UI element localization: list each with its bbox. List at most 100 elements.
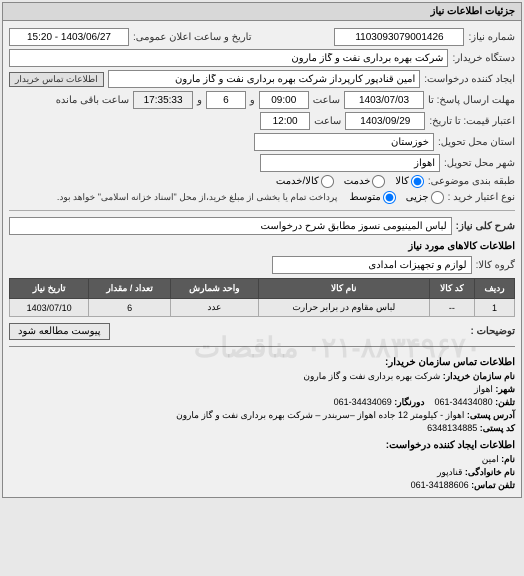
th-code: کد کالا <box>429 279 474 299</box>
input-requester[interactable] <box>108 70 421 88</box>
lbl-fname: نام: <box>501 454 515 464</box>
lbl-address: آدرس پستی: <box>467 410 515 420</box>
row-city: شهر محل تحویل: <box>9 154 515 172</box>
radio-khadamat-label: خدمت <box>344 176 371 187</box>
label-group: گروه کالا: <box>476 260 515 271</box>
radio-partial-input[interactable] <box>431 191 444 204</box>
label-and-2: و <box>197 95 202 106</box>
radio-medium-input[interactable] <box>383 191 396 204</box>
cell-code: -- <box>429 299 474 317</box>
label-category: طبقه بندی موضوعی: <box>428 176 515 187</box>
contact-section: اطلاعات تماس سازمان خریدار: نام سازمان خ… <box>9 346 515 491</box>
label-notes: توضیحات : <box>471 326 515 337</box>
cell-name: لباس مقاوم در برابر حرارت <box>258 299 429 317</box>
row-buyer: دستگاه خریدار: <box>9 49 515 67</box>
panel-title: جزئیات اطلاعات نیاز <box>3 3 521 21</box>
cell-unit: عدد <box>170 299 258 317</box>
cell-qty: 6 <box>89 299 171 317</box>
label-city: شهر محل تحویل: <box>444 158 515 169</box>
lbl-phone: تلفن: <box>495 397 515 407</box>
radio-both[interactable]: کالا/خدمت <box>276 175 334 188</box>
radio-kala-input[interactable] <box>411 175 424 188</box>
label-time-2: ساعت <box>314 116 341 127</box>
lbl-contact-city: شهر: <box>495 384 515 394</box>
lbl-postal: کد پستی: <box>480 423 515 433</box>
input-number[interactable] <box>334 28 464 46</box>
row-notes: توضیحات : پیوست مطالعه شود <box>9 323 515 340</box>
radio-kala[interactable]: کالا <box>395 175 424 188</box>
input-validity-date[interactable] <box>345 112 425 130</box>
attachment-button[interactable]: پیوست مطالعه شود <box>9 323 110 340</box>
lbl-req-phone: تلفن تماس: <box>471 480 515 490</box>
label-deadline: مهلت ارسال پاسخ: تا <box>428 95 515 106</box>
lbl-fax: دورنگار: <box>394 397 424 407</box>
val-contact-city: اهواز <box>474 384 493 394</box>
radio-partial[interactable]: جزیی <box>406 191 444 204</box>
th-name: نام کالا <box>258 279 429 299</box>
val-phone: 34434080-061 <box>435 397 493 407</box>
row-validity: اعتبار قیمت: تا تاریخ: ساعت <box>9 112 515 130</box>
row-deadline: مهلت ارسال پاسخ: تا ساعت و و ساعت باقی م… <box>9 91 515 109</box>
row-number: شماره نیاز: تاریخ و ساعت اعلان عمومی: <box>9 28 515 46</box>
radio-partial-label: جزیی <box>406 192 429 203</box>
radio-medium[interactable]: متوسط <box>349 191 395 204</box>
panel-body: شماره نیاز: تاریخ و ساعت اعلان عمومی: دس… <box>3 21 521 497</box>
radio-khadamat-input[interactable] <box>372 175 385 188</box>
contact-org-name: نام سازمان خریدار: شرکت بهره برداری نفت … <box>9 371 515 382</box>
label-province: استان محل تحویل: <box>438 137 515 148</box>
contact-requester-title: اطلاعات ایجاد کننده درخواست: <box>9 440 515 451</box>
row-general-desc: شرح کلی نیاز: <box>9 217 515 235</box>
items-table: ردیف کد کالا نام کالا واحد شمارش تعداد /… <box>9 278 515 317</box>
label-remaining-suffix: ساعت باقی مانده <box>56 95 129 106</box>
label-requester: ایجاد کننده درخواست: <box>424 74 515 85</box>
table-header-row: ردیف کد کالا نام کالا واحد شمارش تعداد /… <box>10 279 515 299</box>
label-general-desc: شرح کلی نیاز: <box>456 221 515 232</box>
radio-both-input[interactable] <box>321 175 334 188</box>
radio-kala-label: کالا <box>395 176 409 187</box>
section-items-title: اطلاعات کالاهای مورد نیاز <box>9 241 515 252</box>
input-deadline-date[interactable] <box>344 91 424 109</box>
label-announce: تاریخ و ساعت اعلان عمومی: <box>133 32 252 43</box>
label-and: و <box>250 95 255 106</box>
radio-medium-label: متوسط <box>349 192 380 203</box>
input-deadline-time[interactable] <box>259 91 309 109</box>
label-validity: اعتبار قیمت: تا تاریخ: <box>429 116 515 127</box>
input-validity-time[interactable] <box>260 112 310 130</box>
table-row[interactable]: 1 -- لباس مقاوم در برابر حرارت عدد 6 140… <box>10 299 515 317</box>
input-buyer-org[interactable] <box>9 49 448 67</box>
input-city[interactable] <box>260 154 440 172</box>
th-qty: تعداد / مقدار <box>89 279 171 299</box>
details-panel: جزئیات اطلاعات نیاز شماره نیاز: تاریخ و … <box>2 2 522 498</box>
contact-lname: نام خانوادگی: قنادپور <box>9 467 515 478</box>
row-group: گروه کالا: <box>9 256 515 274</box>
label-buyer-org: دستگاه خریدار: <box>452 53 515 64</box>
label-number: شماره نیاز: <box>468 32 515 43</box>
th-unit: واحد شمارش <box>170 279 258 299</box>
input-group[interactable] <box>272 256 472 274</box>
radio-khadamat[interactable]: خدمت <box>344 175 386 188</box>
row-purchase-type: نوع اعتبار خرید : جزیی متوسط پرداخت تمام… <box>9 191 515 204</box>
radio-both-label: کالا/خدمت <box>276 176 319 187</box>
input-remaining-days[interactable] <box>206 91 246 109</box>
th-date: تاریخ نیاز <box>10 279 89 299</box>
buyer-contact-button[interactable]: اطلاعات تماس خریدار <box>9 72 104 87</box>
row-province: استان محل تحویل: <box>9 133 515 151</box>
contact-address: آدرس پستی: اهواز - کیلومتر 12 جاده اهواز… <box>9 410 515 421</box>
cell-date: 1403/07/10 <box>10 299 89 317</box>
input-announce[interactable] <box>9 28 129 46</box>
val-postal: 6348134885 <box>427 423 477 433</box>
val-fname: امین <box>482 454 499 464</box>
input-province[interactable] <box>254 133 434 151</box>
val-address: اهواز - کیلومتر 12 جاده اهواز –سربندر – … <box>176 410 464 420</box>
contact-fname: نام: امین <box>9 454 515 465</box>
contact-city: شهر: اهواز <box>9 384 515 395</box>
cell-row: 1 <box>475 299 515 317</box>
payment-note: پرداخت تمام یا بخشی از مبلغ خرید،از محل … <box>57 192 337 203</box>
val-req-phone: 34188606-061 <box>411 480 469 490</box>
label-purchase-type: نوع اعتبار خرید : <box>448 192 515 203</box>
row-requester: ایجاد کننده درخواست: اطلاعات تماس خریدار <box>9 70 515 88</box>
category-radio-group: کالا خدمت کالا/خدمت <box>276 175 424 188</box>
input-general-desc[interactable] <box>9 217 452 235</box>
divider-1 <box>9 210 515 211</box>
val-org-name: شرکت بهره برداری نفت و گاز مارون <box>303 371 440 381</box>
